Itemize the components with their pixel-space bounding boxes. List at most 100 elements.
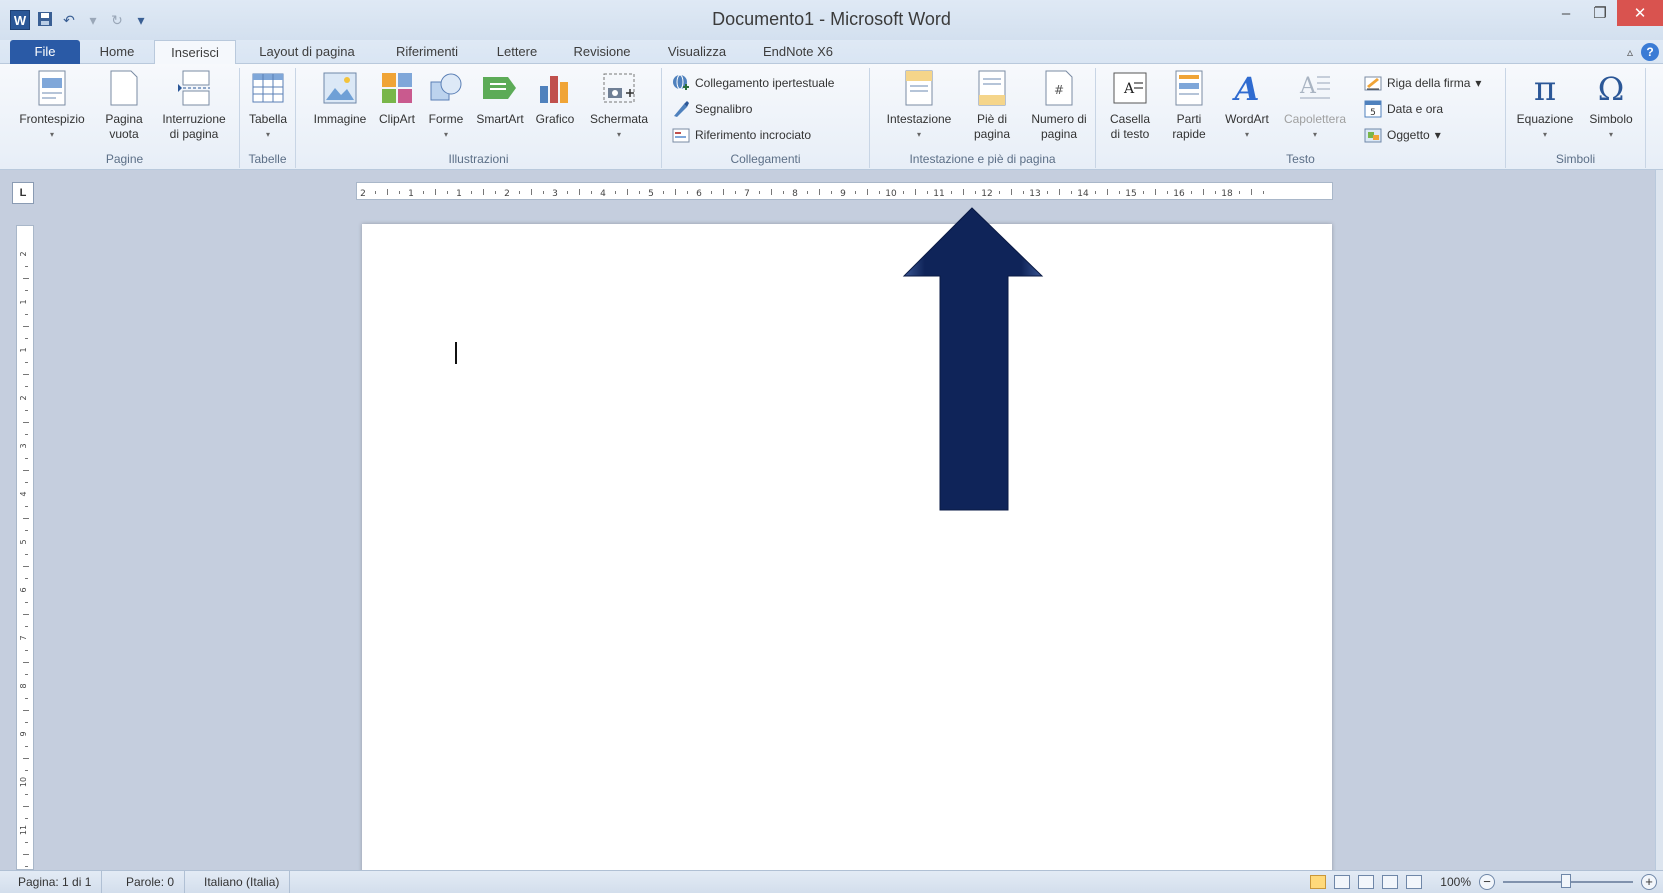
wordart-button[interactable]: A WordArt ▾ [1218, 70, 1276, 142]
riferimento-incrociato-button[interactable]: Riferimento incrociato [672, 124, 811, 146]
ruler-tick [519, 191, 520, 194]
tab-riferimenti[interactable]: Riferimenti [380, 40, 474, 64]
ruler-tick [25, 314, 28, 315]
horizontal-ruler[interactable]: 2 1 1 2 3 4 5 6 7 8 9 10 11 12 13 14 15 16 18 [356, 182, 1333, 200]
equazione-button[interactable]: π Equazione ▾ [1510, 70, 1580, 142]
draft-view-icon[interactable] [1406, 875, 1423, 889]
status-page[interactable]: Pagina: 1 di 1 [8, 871, 103, 893]
tab-visualizza[interactable]: Visualizza [654, 40, 740, 64]
group-pagine: Frontespizio ▾ Pagina vuota Interruzione… [10, 68, 240, 168]
pagina-vuota-button[interactable]: Pagina vuota [98, 70, 150, 142]
immagine-button[interactable]: Immagine [308, 70, 372, 127]
ruler-tick [819, 189, 820, 195]
ruler-number: 8 [792, 189, 798, 199]
schermata-button[interactable]: Schermata ▾ [584, 70, 654, 142]
frontespizio-button[interactable]: Frontespizio ▾ [14, 70, 90, 142]
status-words[interactable]: Parole: 0 [116, 871, 186, 893]
ruler-tick [23, 470, 29, 471]
numero-di-pagina-button[interactable]: # Numero di pagina [1024, 70, 1094, 142]
tab-lettere[interactable]: Lettere [484, 40, 550, 64]
schermata-label: Schermata [589, 112, 649, 126]
capolettera-button[interactable]: A Capolettera ▾ [1278, 70, 1352, 142]
data-e-ora-button[interactable]: 5 Data e ora [1364, 98, 1443, 120]
svg-text:Ω: Ω [1598, 70, 1625, 106]
ribbon-tabs: File Home Inserisci Layout di pagina Rif… [0, 40, 1663, 65]
wordart-label: WordArt [1225, 112, 1269, 126]
svg-text:π: π [1534, 70, 1556, 106]
tabella-label: Tabella [248, 112, 288, 126]
zoom-slider-thumb[interactable] [1561, 874, 1571, 888]
web-layout-view-icon[interactable] [1358, 875, 1375, 889]
ruler-tick [483, 189, 484, 195]
omega-icon: Ω [1593, 70, 1629, 106]
close-button[interactable]: ✕ [1617, 0, 1663, 26]
tab-selector-button[interactable]: L [12, 182, 34, 204]
tab-file[interactable]: File [10, 40, 80, 64]
parti-label-1: Parti [1176, 112, 1202, 126]
ruler-number: 1 [19, 299, 28, 304]
ruler-tick [915, 189, 916, 195]
tab-endnote[interactable]: EndNote X6 [750, 40, 846, 64]
clipart-button[interactable]: ClipArt [374, 70, 420, 127]
ruler-tick [999, 191, 1000, 194]
status-right: 100% − + [1310, 871, 1663, 893]
ruler-tick [639, 191, 640, 194]
zoom-in-icon[interactable]: + [1641, 874, 1657, 890]
ruler-number: 7 [744, 189, 750, 199]
tab-layout-di-pagina[interactable]: Layout di pagina [244, 40, 370, 64]
pie-di-pagina-button[interactable]: Piè di pagina [962, 70, 1022, 142]
intestazione-button[interactable]: Intestazione ▾ [878, 70, 960, 142]
oggetto-button[interactable]: Oggetto ▾ [1364, 124, 1441, 146]
full-screen-reading-view-icon[interactable] [1334, 875, 1351, 889]
simbolo-button[interactable]: Ω Simbolo ▾ [1582, 70, 1640, 142]
ruler-number: 1 [408, 189, 414, 199]
tabella-button[interactable]: Tabella ▾ [242, 70, 294, 142]
zoom-slider[interactable] [1503, 874, 1633, 888]
zoom-level[interactable]: 100% [1440, 875, 1471, 889]
ruler-number: 10 [885, 189, 897, 199]
smartart-button[interactable]: SmartArt [472, 70, 528, 127]
window-controls: – ❐ ✕ [1549, 0, 1663, 26]
dropdown-icon: ▾ [265, 130, 270, 139]
interruzione-pagina-button[interactable]: Interruzione di pagina [154, 70, 234, 142]
immagine-label: Immagine [313, 112, 367, 126]
group-label-simboli: Simboli [1555, 152, 1596, 166]
segnalibro-button[interactable]: Segnalibro [672, 98, 752, 120]
riga-della-firma-button[interactable]: Riga della firma ▾ [1364, 72, 1481, 94]
minimize-button[interactable]: – [1549, 0, 1583, 26]
ruler-number: 3 [552, 189, 558, 199]
tab-revisione[interactable]: Revisione [560, 40, 644, 64]
forme-button[interactable]: Forme ▾ [424, 70, 468, 142]
restore-button[interactable]: ❐ [1583, 0, 1617, 26]
ruler-number: 15 [1125, 189, 1136, 199]
tab-home[interactable]: Home [86, 40, 148, 64]
status-language[interactable]: Italiano (Italia) [194, 871, 291, 893]
casella-di-testo-button[interactable]: A Casella di testo [1100, 70, 1160, 142]
collegamento-ipertestuale-button[interactable]: Collegamento ipertestuale [672, 72, 834, 94]
document-page[interactable] [362, 224, 1332, 874]
ruler-number: 5 [19, 539, 28, 544]
ruler-tick [927, 191, 928, 194]
ruler-number: 2 [360, 189, 366, 199]
outline-view-icon[interactable] [1382, 875, 1399, 889]
ribbon-inserisci: Frontespizio ▾ Pagina vuota Interruzione… [0, 64, 1663, 170]
ruler-tick [25, 746, 28, 747]
parti-rapide-button[interactable]: Parti rapide [1162, 70, 1216, 142]
ruler-tick [807, 191, 808, 194]
zoom-out-icon[interactable]: − [1479, 874, 1495, 890]
ruler-number: 6 [696, 189, 702, 199]
ruler-number: 14 [1077, 189, 1089, 199]
group-simboli: π Equazione ▾ Ω Simbolo ▾ Simboli [1506, 68, 1646, 168]
grafico-button[interactable]: Grafico [530, 70, 580, 127]
tab-inserisci[interactable]: Inserisci [154, 40, 236, 65]
ruler-tick [23, 662, 29, 663]
vertical-scrollbar[interactable] [1655, 170, 1663, 870]
help-icon[interactable]: ? [1641, 43, 1659, 61]
minimize-ribbon-icon[interactable]: ▵ [1627, 45, 1633, 59]
print-layout-view-icon[interactable] [1310, 875, 1327, 889]
ruler-number: 9 [19, 731, 28, 736]
dropdown-icon: ▾ [1244, 130, 1249, 139]
vertical-ruler[interactable]: 2 1 1 2 3 4 5 6 7 8 9 10 11 [16, 225, 34, 870]
group-label-testo: Testo [1286, 152, 1315, 166]
frontespizio-label: Frontespizio [19, 112, 85, 126]
